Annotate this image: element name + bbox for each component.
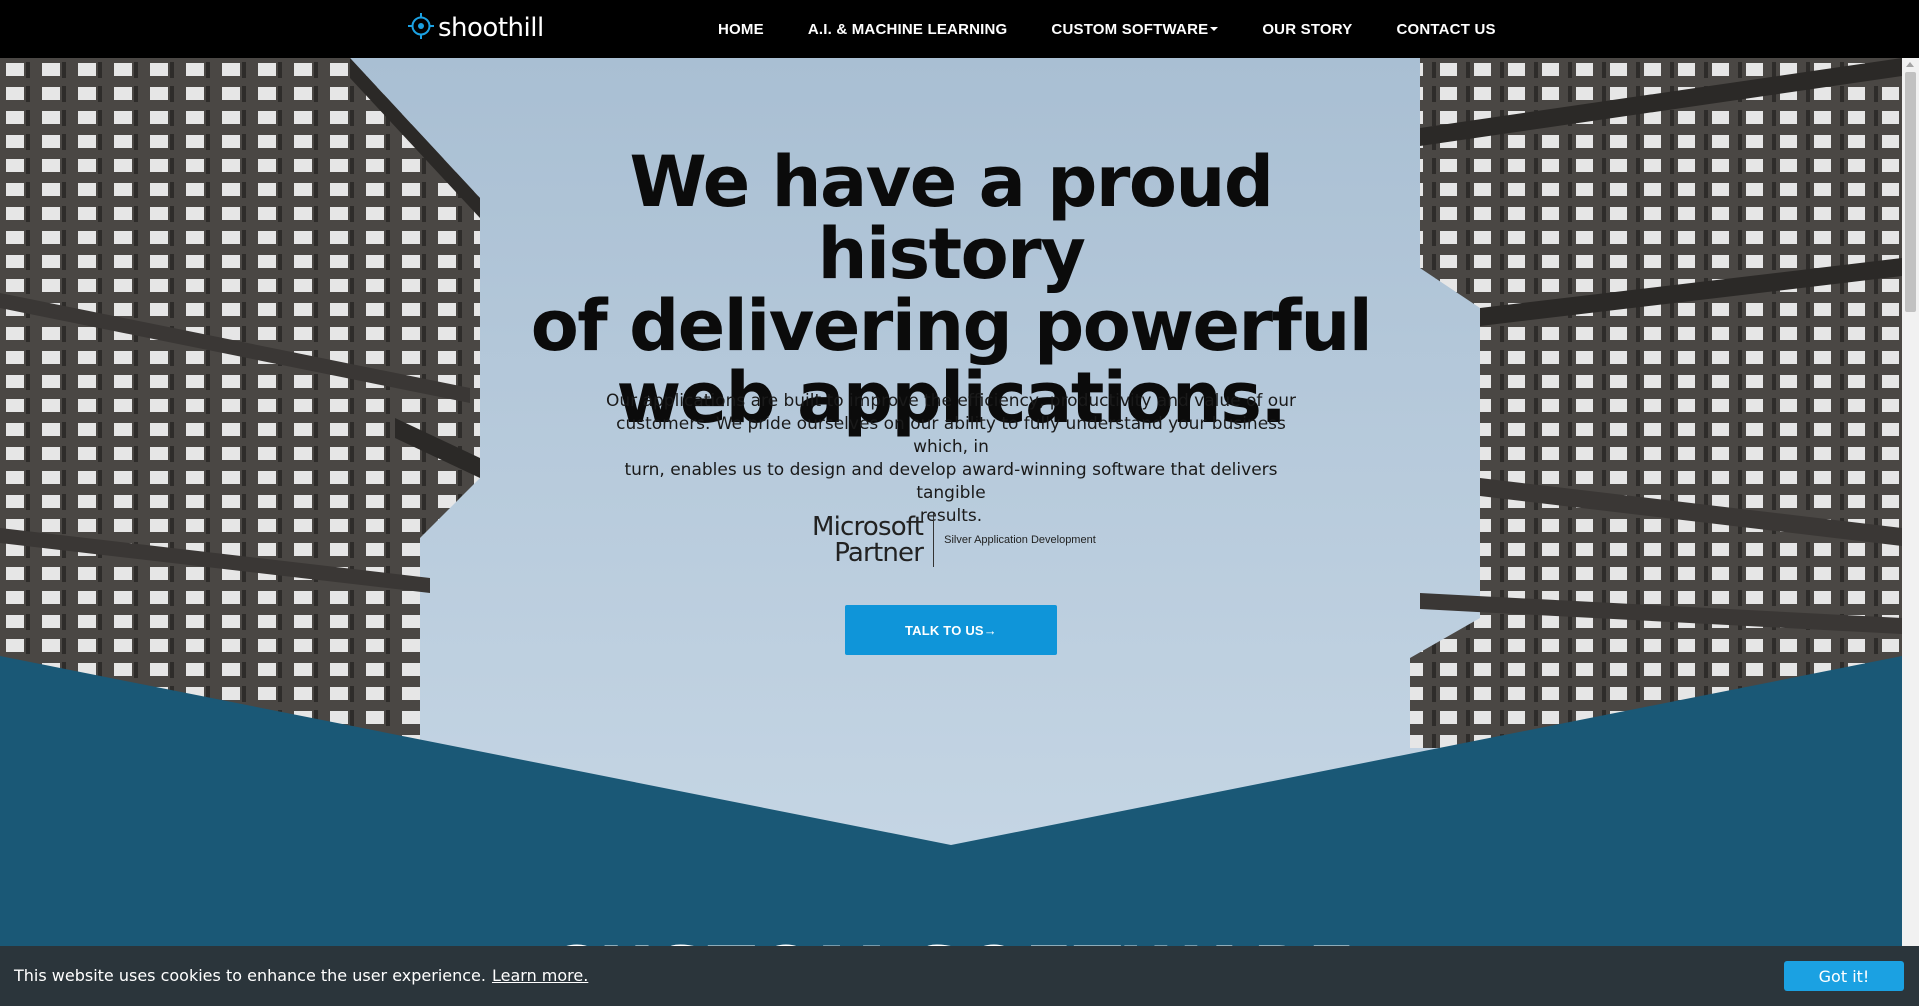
nav-item-contact-us[interactable]: CONTACT US xyxy=(1396,21,1495,38)
nav-item-custom-software-label: CUSTOM SOFTWARE xyxy=(1051,20,1209,38)
logo-text: shoothill xyxy=(438,13,544,43)
hero-section: We have a proud history of delivering po… xyxy=(0,58,1902,946)
page: shoothill HOME A.I. & MACHINE LEARNING C… xyxy=(0,0,1919,1006)
section-wedge-shape xyxy=(0,656,1902,946)
cookie-message: This website uses cookies to enhance the… xyxy=(14,966,588,985)
logo-link[interactable]: shoothill xyxy=(408,10,544,46)
main-nav: HOME A.I. & MACHINE LEARNING CUSTOM SOFT… xyxy=(718,0,1496,58)
top-navbar: shoothill HOME A.I. & MACHINE LEARNING C… xyxy=(0,0,1919,58)
caret-down-icon xyxy=(1210,27,1219,31)
scrollbar-thumb[interactable] xyxy=(1905,72,1916,312)
nav-item-custom-software[interactable]: CUSTOM SOFTWARE xyxy=(1051,20,1219,38)
page-scrollbar[interactable] xyxy=(1902,58,1919,946)
scroll-up-arrow-icon[interactable] xyxy=(1906,62,1914,67)
cookie-accept-button[interactable]: Got it! xyxy=(1784,961,1904,991)
nav-item-home[interactable]: HOME xyxy=(718,21,764,38)
crosshair-logo-icon xyxy=(408,12,434,44)
cookie-learn-more-link[interactable]: Learn more. xyxy=(492,966,588,985)
cookie-consent-bar: This website uses cookies to enhance the… xyxy=(0,946,1919,1006)
nav-item-ai-machine-learning[interactable]: A.I. & MACHINE LEARNING xyxy=(808,21,1008,38)
cookie-message-text: This website uses cookies to enhance the… xyxy=(14,966,486,985)
nav-item-our-story[interactable]: OUR STORY xyxy=(1262,21,1352,38)
